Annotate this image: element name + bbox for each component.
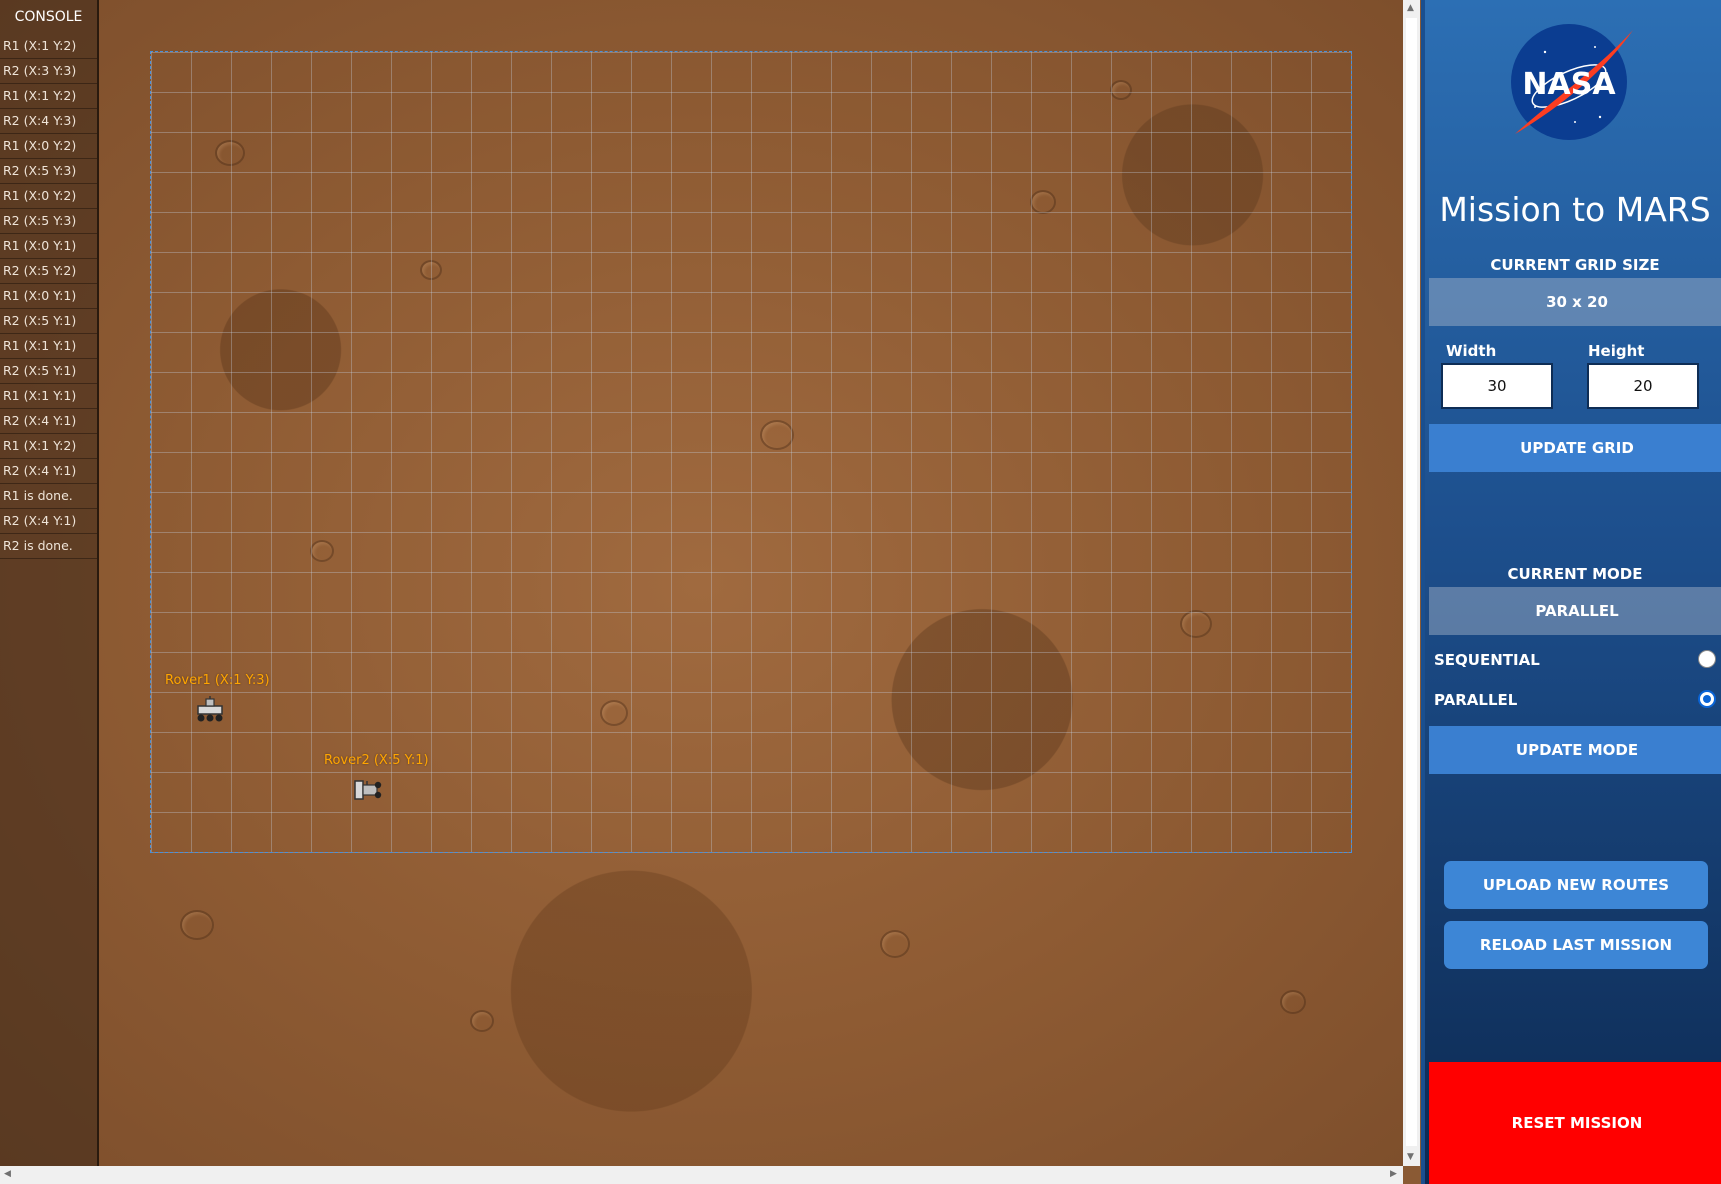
width-input[interactable] bbox=[1441, 363, 1553, 409]
rover2-label: Rover2 (X:5 Y:1) bbox=[324, 753, 429, 768]
mode-option-label: SEQUENTIAL bbox=[1434, 651, 1540, 669]
horizontal-scrollbar[interactable]: ◀ ▶ bbox=[0, 1166, 1403, 1184]
console-entry: R1 (X:1 Y:2) bbox=[0, 84, 97, 109]
height-input[interactable] bbox=[1587, 363, 1699, 409]
height-label: Height bbox=[1588, 342, 1645, 360]
grid-size-value: 30 x 20 bbox=[1429, 278, 1721, 326]
console-entry: R2 (X:3 Y:3) bbox=[0, 59, 97, 84]
scroll-right-icon[interactable]: ▶ bbox=[1390, 1169, 1397, 1179]
crater bbox=[1280, 990, 1306, 1014]
grid-size-label: CURRENT GRID SIZE bbox=[1490, 256, 1660, 274]
console-title: CONSOLE bbox=[14, 9, 83, 25]
console-entry: R2 (X:5 Y:2) bbox=[0, 259, 97, 284]
console-entry: R2 (X:5 Y:3) bbox=[0, 209, 97, 234]
console-panel: CONSOLE R1 (X:1 Y:2) R2 (X:3 Y:3) R1 (X:… bbox=[0, 0, 99, 1166]
vertical-scrollbar[interactable]: ▲ ▼ bbox=[1403, 0, 1420, 1166]
width-label: Width bbox=[1446, 342, 1497, 360]
scroll-left-icon[interactable]: ◀ bbox=[4, 1169, 11, 1179]
reload-mission-button[interactable]: RELOAD LAST MISSION bbox=[1444, 921, 1708, 969]
rover-icon[interactable] bbox=[352, 775, 382, 803]
console-entry: R2 (X:5 Y:1) bbox=[0, 309, 97, 334]
update-grid-button[interactable]: UPDATE GRID bbox=[1429, 424, 1721, 472]
current-mode-label: CURRENT MODE bbox=[1507, 565, 1643, 583]
rover1-label: Rover1 (X:1 Y:3) bbox=[165, 673, 270, 688]
console-entry: R1 is done. bbox=[0, 484, 97, 509]
console-entry: R1 (X:1 Y:1) bbox=[0, 334, 97, 359]
console-entry: R2 (X:4 Y:1) bbox=[0, 459, 97, 484]
update-mode-button[interactable]: UPDATE MODE bbox=[1429, 726, 1721, 774]
console-entry: R1 (X:1 Y:2) bbox=[0, 34, 97, 59]
mode-option-label: PARALLEL bbox=[1434, 691, 1518, 709]
crater bbox=[470, 1010, 494, 1032]
parallel-radio[interactable] bbox=[1698, 690, 1716, 708]
console-entry: R2 (X:5 Y:1) bbox=[0, 359, 97, 384]
console-entry: R2 (X:4 Y:1) bbox=[0, 509, 97, 534]
console-entry: R1 (X:0 Y:1) bbox=[0, 284, 97, 309]
sequential-radio[interactable] bbox=[1698, 650, 1716, 668]
scroll-up-icon[interactable]: ▲ bbox=[1407, 3, 1414, 13]
page-title: Mission to MARS bbox=[1439, 190, 1711, 229]
upload-routes-button[interactable]: UPLOAD NEW ROUTES bbox=[1444, 861, 1708, 909]
reset-mission-button[interactable]: RESET MISSION bbox=[1429, 1062, 1721, 1184]
control-panel: NASA Mission to MARS CURRENT GRID SIZE 3… bbox=[1421, 0, 1721, 1184]
rover-grid bbox=[150, 51, 1352, 853]
console-entry: R1 (X:0 Y:1) bbox=[0, 234, 97, 259]
console-entry: R2 (X:4 Y:1) bbox=[0, 409, 97, 434]
scroll-thumb[interactable] bbox=[1406, 18, 1417, 1146]
console-entry: R2 is done. bbox=[0, 534, 97, 559]
scroll-down-icon[interactable]: ▼ bbox=[1407, 1152, 1414, 1162]
logo-text: NASA bbox=[1522, 67, 1616, 102]
console-entry: R1 (X:0 Y:2) bbox=[0, 134, 97, 159]
mode-option-sequential[interactable]: SEQUENTIAL bbox=[1434, 650, 1720, 669]
console-entry: R2 (X:4 Y:3) bbox=[0, 109, 97, 134]
crater bbox=[180, 910, 214, 940]
nasa-logo: NASA bbox=[1511, 24, 1633, 140]
console-entry: R1 (X:1 Y:2) bbox=[0, 434, 97, 459]
mode-option-parallel[interactable]: PARALLEL bbox=[1434, 690, 1720, 709]
console-entry: R2 (X:5 Y:3) bbox=[0, 159, 97, 184]
rover-icon[interactable] bbox=[195, 696, 225, 724]
console-entry: R1 (X:0 Y:2) bbox=[0, 184, 97, 209]
current-mode-value: PARALLEL bbox=[1429, 587, 1721, 635]
crater bbox=[880, 930, 910, 958]
console-entry: R1 (X:1 Y:1) bbox=[0, 384, 97, 409]
